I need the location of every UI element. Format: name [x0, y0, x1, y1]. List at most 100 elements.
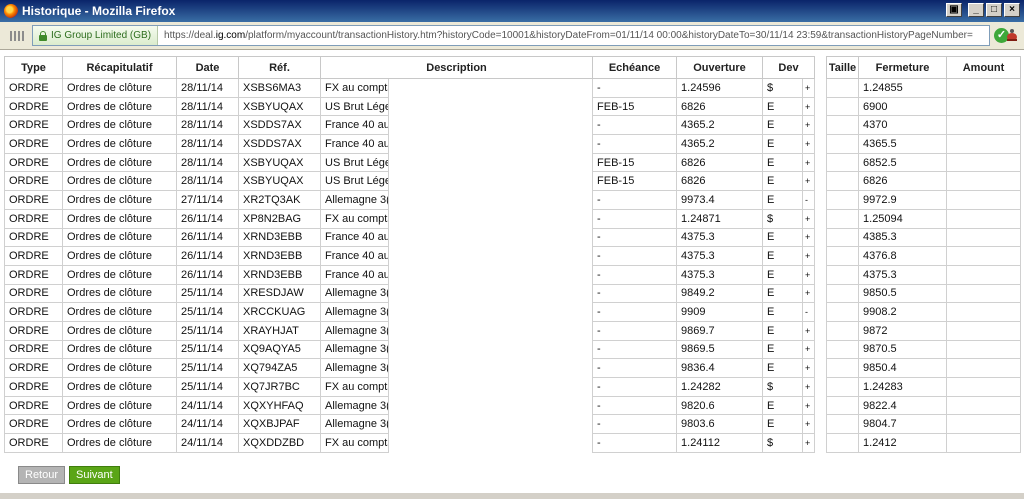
cell-direction: +	[802, 227, 816, 248]
table-row[interactable]: ORDRE Ordres de clôture 24/11/14 XQXYHFAQ Al…	[4, 395, 1022, 416]
cell-type: ORDRE	[4, 414, 63, 435]
cell-ouverture: 4375.3	[676, 227, 764, 248]
cell-gap	[814, 153, 828, 172]
cell-type: ORDRE	[4, 246, 63, 266]
cell-dev: E	[762, 227, 804, 248]
header-ref[interactable]: Réf.	[238, 56, 321, 79]
cell-recap: Ordres de clôture	[62, 320, 177, 341]
cell-ouverture: 1.24871	[676, 208, 764, 229]
cell-taille	[826, 320, 860, 341]
cell-amount	[946, 190, 1022, 210]
table-row[interactable]: ORDRE Ordres de clôture 25/11/14 XRESDJAW Al…	[4, 283, 1022, 304]
next-page-button[interactable]: Suivant	[69, 466, 120, 484]
cell-fermeture: 9850.5	[858, 283, 948, 304]
cell-type: ORDRE	[4, 320, 63, 341]
table-row[interactable]: ORDRE Ordres de clôture 25/11/14 XQ7JR7BC FX…	[4, 377, 1022, 397]
cell-recap: Ordres de clôture	[62, 302, 177, 322]
previous-page-button[interactable]: Retour	[18, 466, 66, 484]
header-fermeture[interactable]: Fermeture	[858, 56, 948, 79]
cell-echeance: -	[592, 134, 678, 154]
url-prefix: https://deal.	[164, 30, 216, 41]
table-row[interactable]: ORDRE Ordres de clôture 24/11/14 XQXDDZBD FX…	[4, 433, 1022, 453]
table-row[interactable]: ORDRE Ordres de clôture 28/11/14 XSBYUQAX US…	[4, 152, 1022, 173]
cell-date: 26/11/14	[176, 208, 239, 229]
url-text[interactable]: https://deal.ig.com/platform/myaccount/t…	[158, 30, 973, 41]
cell-ouverture: 6826	[676, 152, 764, 173]
cell-date: 25/11/14	[176, 358, 239, 378]
cell-echeance: -	[592, 246, 678, 266]
table-row[interactable]: ORDRE Ordres de clôture 28/11/14 XSBYUQAX US…	[4, 171, 1022, 192]
table-row[interactable]: ORDRE Ordres de clôture 26/11/14 XRND3EBB Fr…	[4, 264, 1022, 285]
cell-description-gap	[388, 153, 594, 172]
cell-description-gap	[388, 377, 594, 397]
header-type[interactable]: Type	[4, 56, 63, 79]
cell-type: ORDRE	[4, 395, 63, 416]
header-ouverture[interactable]: Ouverture	[676, 56, 764, 79]
cell-gap	[814, 358, 828, 378]
cell-taille	[826, 227, 860, 248]
cell-dev: E	[762, 171, 804, 192]
cell-fermeture: 4385.3	[858, 227, 948, 248]
site-identity-badge[interactable]: IG Group Limited (GB)	[33, 26, 159, 45]
header-description[interactable]: Description	[319, 56, 594, 79]
cell-amount	[946, 433, 1022, 453]
address-bar[interactable]: IG Group Limited (GB) https://deal.ig.co…	[32, 25, 990, 46]
cell-amount	[946, 358, 1022, 378]
header-echeance[interactable]: Echéance	[592, 56, 678, 79]
cell-gap	[814, 190, 828, 210]
window-frame-bottom	[0, 493, 1024, 499]
cell-taille	[826, 433, 860, 453]
table-row[interactable]: ORDRE Ordres de clôture 28/11/14 XSDDS7AX Fr…	[4, 134, 1022, 154]
header-recap[interactable]: Récapitulatif	[62, 56, 177, 79]
cell-gap	[814, 396, 828, 415]
cell-ouverture: 9849.2	[676, 283, 764, 304]
cell-fermeture: 4365.5	[858, 134, 948, 154]
cell-recap: Ordres de clôture	[62, 339, 177, 360]
table-row[interactable]: ORDRE Ordres de clôture 26/11/14 XRND3EBB Fr…	[4, 227, 1022, 248]
table-row[interactable]: ORDRE Ordres de clôture 28/11/14 XSBS6MA3 FX…	[4, 78, 1022, 98]
cell-taille	[826, 78, 860, 98]
window-titlebar[interactable]: Historique - Mozilla Firefox ▣ _ □ ×	[0, 0, 1024, 22]
cell-echeance: -	[592, 302, 678, 322]
maximize-button[interactable]: □	[986, 3, 1002, 17]
header-taille[interactable]: Taille	[826, 56, 860, 79]
cell-ref: XRND3EBB	[238, 264, 321, 285]
table-row[interactable]: ORDRE Ordres de clôture 25/11/14 XQ794ZA5 Al…	[4, 358, 1022, 378]
cell-amount	[946, 96, 1022, 117]
table-row[interactable]: ORDRE Ordres de clôture 27/11/14 XR2TQ3AK Al…	[4, 190, 1022, 210]
cell-date: 28/11/14	[176, 78, 239, 98]
cell-fermeture: 9850.4	[858, 358, 948, 378]
cell-date: 28/11/14	[176, 134, 239, 154]
table-row[interactable]: ORDRE Ordres de clôture 25/11/14 XRAYHJAT Al…	[4, 320, 1022, 341]
cell-amount	[946, 302, 1022, 322]
cell-fermeture: 1.24283	[858, 377, 948, 397]
cell-fermeture: 9872	[858, 320, 948, 341]
table-row[interactable]: ORDRE Ordres de clôture 26/11/14 XP8N2BAG FX…	[4, 208, 1022, 229]
cell-description-gap	[388, 190, 594, 210]
cell-recap: Ordres de clôture	[62, 152, 177, 173]
header-dev[interactable]: Dev	[762, 56, 816, 79]
extension-bug-icon[interactable]	[1004, 27, 1020, 43]
cell-taille	[826, 358, 860, 378]
cell-dev: E	[762, 302, 804, 322]
cell-ref: XSBYUQAX	[238, 96, 321, 117]
cell-echeance: -	[592, 433, 678, 453]
toolbar-grip-icon[interactable]	[10, 30, 24, 41]
cell-recap: Ordres de clôture	[62, 433, 177, 453]
cell-description: FX au compta	[320, 433, 389, 453]
restore-page-icon[interactable]: ▣	[946, 3, 962, 17]
header-amount[interactable]: Amount	[946, 56, 1022, 79]
table-row[interactable]: ORDRE Ordres de clôture 24/11/14 XQXBJPAF Al…	[4, 414, 1022, 435]
table-row[interactable]: ORDRE Ordres de clôture 25/11/14 XQ9AQYA5 Al…	[4, 339, 1022, 360]
cell-ref: XQ7JR7BC	[238, 377, 321, 397]
close-button[interactable]: ×	[1004, 3, 1020, 17]
cell-ouverture: 4365.2	[676, 115, 764, 136]
table-row[interactable]: ORDRE Ordres de clôture 26/11/14 XRND3EBB Fr…	[4, 246, 1022, 266]
cell-fermeture: 6900	[858, 96, 948, 117]
minimize-button[interactable]: _	[968, 3, 984, 17]
cell-echeance: -	[592, 339, 678, 360]
table-row[interactable]: ORDRE Ordres de clôture 25/11/14 XRCCKUAG Al…	[4, 302, 1022, 322]
table-row[interactable]: ORDRE Ordres de clôture 28/11/14 XSDDS7AX Fr…	[4, 115, 1022, 136]
header-date[interactable]: Date	[176, 56, 239, 79]
table-row[interactable]: ORDRE Ordres de clôture 28/11/14 XSBYUQAX US…	[4, 96, 1022, 117]
